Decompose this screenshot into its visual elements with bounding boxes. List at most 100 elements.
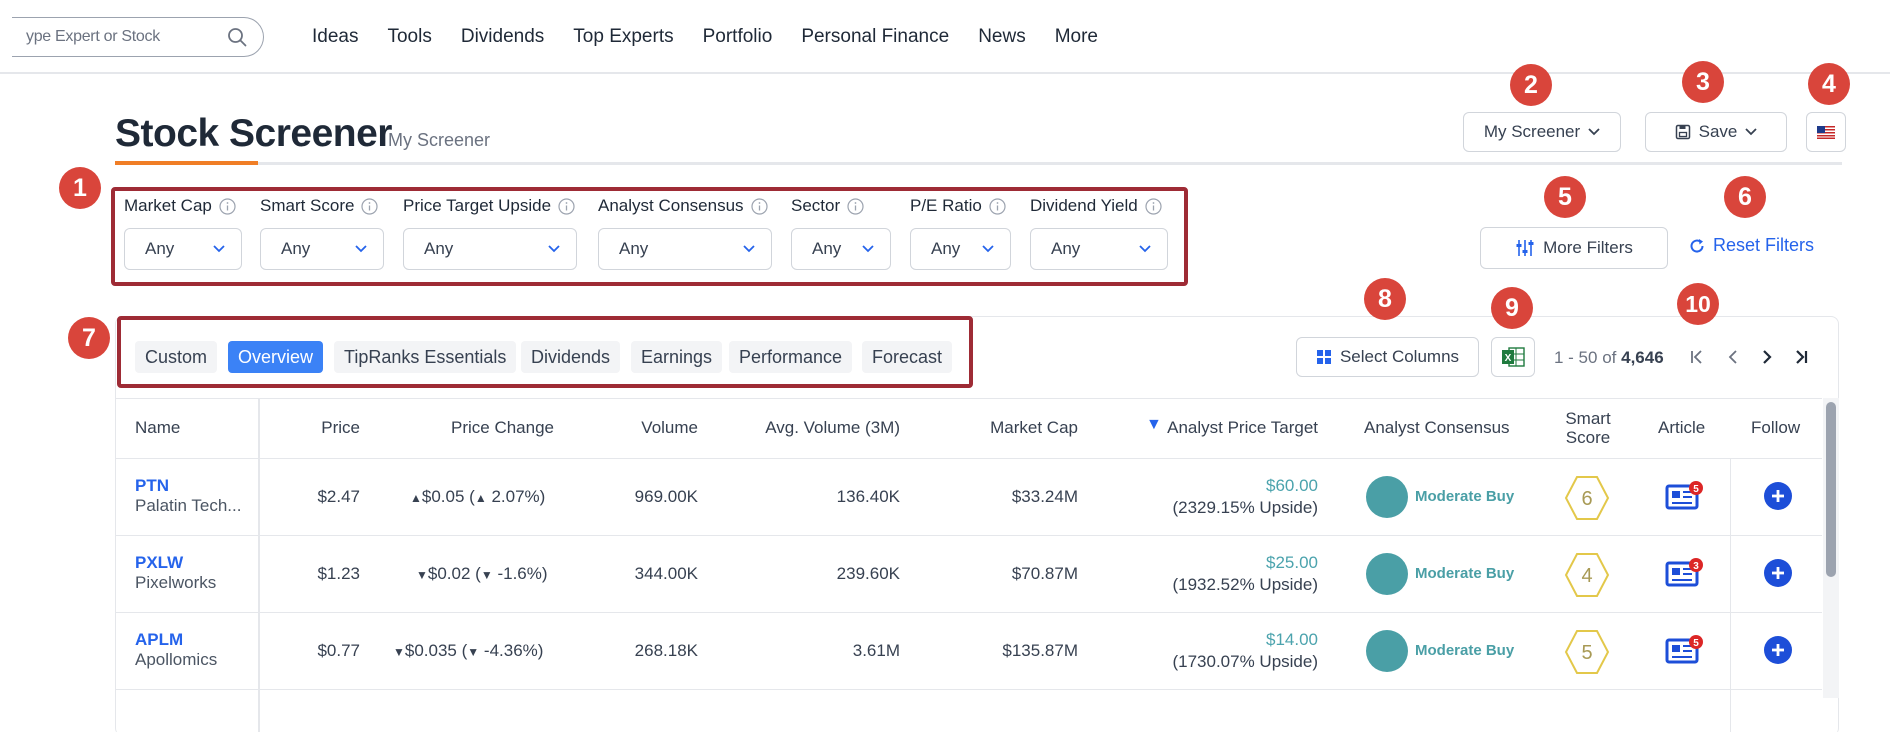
smart-score-value: 6: [1581, 488, 1592, 510]
market-cap: $33.24M: [1011, 487, 1078, 506]
export-excel-button[interactable]: X: [1491, 337, 1535, 377]
article-icon[interactable]: 3: [1665, 557, 1705, 589]
annotation-badge-5: 5: [1544, 176, 1586, 218]
smart-score-badge: 6: [1564, 476, 1610, 520]
annotation-badge-1: 1: [59, 167, 101, 209]
refresh-icon: [1690, 238, 1704, 253]
name-column-divider: [258, 398, 260, 732]
nav-link-top-experts[interactable]: Top Experts: [573, 26, 673, 48]
volume: 268.18K: [634, 641, 698, 660]
pagination-info: 1 - 50 of 4,646: [1554, 348, 1664, 368]
change-up-icon: ▲: [474, 491, 487, 505]
region-selector-button[interactable]: [1806, 112, 1846, 152]
change-amount: $0.035: [404, 641, 457, 660]
annotation-badge-9: 9: [1491, 287, 1533, 329]
article-icon[interactable]: 5: [1665, 634, 1705, 666]
follow-button[interactable]: [1764, 636, 1792, 664]
scrollbar-thumb[interactable]: [1826, 402, 1836, 577]
company-name: Palatin Tech...: [135, 496, 242, 515]
follow-column-divider: [1730, 458, 1731, 732]
save-icon: [1675, 124, 1690, 140]
change-amount: $0.02: [427, 564, 471, 583]
company-name: Apollomics: [135, 650, 218, 669]
annotation-badge-3: 3: [1682, 61, 1724, 103]
consensus-label[interactable]: Moderate Buy: [1415, 642, 1514, 659]
my-screener-dropdown[interactable]: My Screener: [1463, 112, 1621, 152]
change-percent: -1.6%: [497, 564, 542, 583]
nav-link-ideas[interactable]: Ideas: [312, 26, 358, 48]
annotation-badge-7: 7: [68, 317, 110, 359]
plus-icon: [1772, 567, 1784, 579]
follow-button[interactable]: [1764, 482, 1792, 510]
columns-icon: [1316, 350, 1331, 364]
first-page-icon[interactable]: [1686, 346, 1708, 368]
prev-page-icon[interactable]: [1722, 346, 1744, 368]
pagination-total: 4,646: [1621, 348, 1664, 367]
consensus-label[interactable]: Moderate Buy: [1415, 565, 1514, 582]
us-flag-icon: [1817, 125, 1835, 139]
follow-button[interactable]: [1764, 559, 1792, 587]
change-up-icon: ▲: [410, 491, 422, 505]
change-down-icon: ▼: [416, 568, 428, 582]
plus-icon: [1772, 644, 1784, 656]
col-header-price-change[interactable]: Price Change: [430, 418, 554, 438]
col-header-name[interactable]: Name: [135, 418, 180, 438]
row-divider: [116, 535, 1822, 536]
chevron-down-icon: [1745, 128, 1758, 136]
article-count: 3: [1693, 561, 1699, 572]
search-icon[interactable]: [227, 27, 247, 47]
filters-highlight-box: [111, 187, 1188, 286]
consensus-label[interactable]: Moderate Buy: [1415, 488, 1514, 505]
row-divider: [116, 689, 1822, 690]
title-accent-underline: [115, 161, 258, 165]
smart-score-value: 5: [1581, 642, 1592, 664]
col-header-smart-score[interactable]: Smart Score: [1562, 409, 1614, 447]
upside-percent: (1932.52% Upside): [1172, 575, 1318, 594]
price: $0.77: [317, 641, 360, 660]
col-header-follow: Follow: [1751, 418, 1801, 437]
market-cap: $70.87M: [1011, 564, 1078, 583]
col-header-analyst-consensus[interactable]: Analyst Consensus: [1364, 418, 1510, 438]
price-change: ▼$0.02 (▼ -1.6%): [416, 564, 548, 583]
upside-percent: (2329.15% Upside): [1172, 498, 1318, 517]
ticker-link[interactable]: PTN: [135, 476, 169, 496]
ticker-link[interactable]: PXLW: [135, 553, 183, 573]
company-name: Pixelworks: [135, 573, 217, 592]
reset-filters-link[interactable]: Reset Filters: [1689, 235, 1814, 256]
col-header-article: Article: [1658, 418, 1706, 437]
col-header-volume[interactable]: Volume: [598, 418, 698, 438]
article-icon[interactable]: 5: [1665, 480, 1705, 512]
change-down-icon: ▼: [393, 645, 405, 659]
ticker-link[interactable]: APLM: [135, 630, 183, 650]
col-header-market-cap[interactable]: Market Cap: [948, 418, 1078, 438]
search-box[interactable]: [12, 17, 264, 57]
nav-link-portfolio[interactable]: Portfolio: [703, 26, 773, 48]
annotation-badge-8: 8: [1364, 278, 1406, 320]
change-down-icon: ▼: [480, 568, 493, 582]
last-page-icon[interactable]: [1790, 346, 1812, 368]
annotation-badge-4: 4: [1808, 63, 1850, 105]
nav-link-dividends[interactable]: Dividends: [461, 26, 544, 48]
next-page-icon[interactable]: [1756, 346, 1778, 368]
nav-link-tools[interactable]: Tools: [387, 26, 431, 48]
page-subtitle: My Screener: [388, 130, 491, 150]
avg-volume: 136.40K: [836, 487, 900, 506]
tabs-highlight-box: [117, 316, 973, 388]
article-count: 5: [1693, 638, 1699, 649]
nav-link-personal-finance[interactable]: Personal Finance: [801, 26, 949, 48]
price-change: ▼$0.035 (▼ -4.36%): [393, 641, 544, 660]
nav-link-more[interactable]: More: [1055, 26, 1098, 48]
search-input[interactable]: [26, 28, 216, 46]
select-columns-button[interactable]: Select Columns: [1296, 337, 1479, 377]
my-screener-label: My Screener: [1483, 122, 1581, 141]
row-divider: [116, 612, 1822, 613]
change-percent: -4.36%: [483, 641, 538, 660]
save-button[interactable]: Save: [1645, 112, 1787, 152]
col-header-price[interactable]: Price: [300, 418, 360, 438]
nav-links: Ideas Tools Dividends Top Experts Portfo…: [312, 26, 1127, 48]
nav-link-news[interactable]: News: [978, 26, 1026, 48]
col-header-avg-volume[interactable]: Avg. Volume (3M): [740, 418, 900, 438]
col-header-analyst-price-target[interactable]: Analyst Price Target: [1162, 418, 1318, 438]
more-filters-button[interactable]: More Filters: [1480, 227, 1668, 269]
svg-text:X: X: [1505, 353, 1512, 364]
